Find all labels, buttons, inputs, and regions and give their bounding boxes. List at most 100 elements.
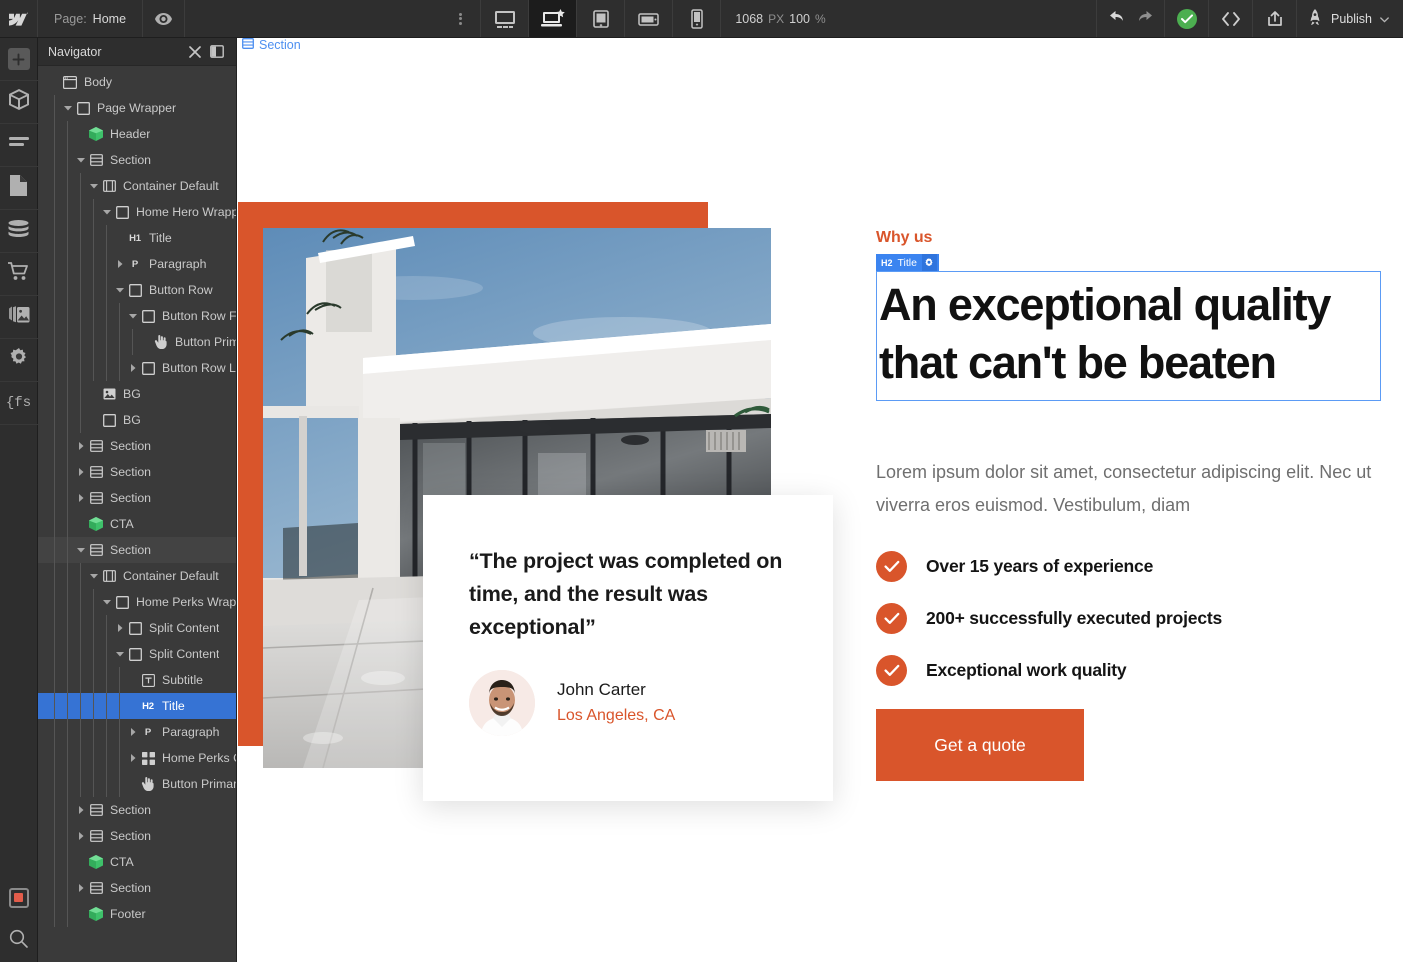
navigator-row[interactable]: Button Row La [38, 355, 236, 381]
navigator-row-label: Home Perks Wrapp [136, 595, 236, 609]
navigator-row[interactable]: Home Perks G [38, 745, 236, 771]
perk-item[interactable]: 200+ successfully executed projects [876, 592, 1222, 644]
eyebrow-subtitle[interactable]: Why us [876, 228, 1396, 248]
navigator-row[interactable]: Subtitle [38, 667, 236, 693]
navigator-row[interactable]: Section [38, 537, 236, 563]
redo-arrow-icon[interactable] [1136, 10, 1153, 27]
navigator-row[interactable]: BG [38, 381, 236, 407]
navigator-row[interactable]: Button Row Fir [38, 303, 236, 329]
caret-right-icon[interactable] [74, 494, 88, 502]
navigator-row[interactable]: Home Perks Wrapp [38, 589, 236, 615]
caret-down-icon[interactable] [61, 105, 75, 111]
saved-check-icon[interactable] [1164, 0, 1208, 37]
navigator-row[interactable]: Section [38, 147, 236, 173]
navigator-row[interactable]: Footer [38, 901, 236, 927]
perk-item[interactable]: Over 15 years of experience [876, 540, 1222, 592]
more-vertical-icon[interactable] [441, 0, 481, 37]
caret-down-icon[interactable] [74, 157, 88, 163]
navigator-row[interactable]: Section [38, 433, 236, 459]
lead-paragraph[interactable]: Lorem ipsum dolor sit amet, consectetur … [876, 456, 1391, 522]
tag-p-icon: P [140, 727, 156, 738]
caret-down-icon[interactable] [87, 573, 101, 579]
design-canvas[interactable]: Section [237, 38, 1403, 962]
caret-right-icon[interactable] [74, 832, 88, 840]
navigator-row[interactable]: Container Default [38, 563, 236, 589]
eye-preview-icon[interactable] [143, 0, 185, 37]
navigator-row[interactable]: PParagraph [38, 251, 236, 277]
navigator-tree[interactable]: BodyPage WrapperHeaderSectionContainer D… [38, 66, 236, 927]
caret-right-icon[interactable] [74, 884, 88, 892]
navigator-row[interactable]: PParagraph [38, 719, 236, 745]
navigator-row[interactable]: Section [38, 485, 236, 511]
gear-icon[interactable] [922, 254, 937, 271]
rail-variables[interactable]: {fs [0, 382, 38, 425]
caret-down-icon[interactable] [113, 651, 127, 657]
share-export-icon[interactable] [1252, 0, 1296, 37]
undo-redo-group[interactable] [1096, 0, 1164, 37]
navigator-row[interactable]: Section [38, 875, 236, 901]
navigator-row[interactable]: CTA [38, 849, 236, 875]
canvas-size-zoom[interactable]: 1068 PX 100 % [721, 0, 839, 37]
navigator-row[interactable]: BG [38, 407, 236, 433]
navigator-row[interactable]: Body [38, 69, 236, 95]
navigator-row[interactable]: Split Content [38, 615, 236, 641]
page-selector[interactable]: Page: Home [38, 0, 143, 37]
publish-button[interactable]: Publish [1296, 0, 1403, 37]
caret-down-icon[interactable] [100, 599, 114, 605]
caret-down-icon[interactable] [74, 547, 88, 553]
navigator-row[interactable]: Container Default [38, 173, 236, 199]
undo-arrow-icon[interactable] [1109, 10, 1126, 27]
navigator-row[interactable]: Button Prima [38, 329, 236, 355]
caret-right-icon[interactable] [113, 260, 127, 268]
navigator-row[interactable]: Section [38, 459, 236, 485]
rail-ecommerce[interactable] [0, 253, 38, 296]
rail-video-tutorials[interactable] [0, 876, 38, 919]
rail-components[interactable] [0, 81, 38, 124]
code-brackets-icon[interactable] [1208, 0, 1252, 37]
caret-right-icon[interactable] [74, 806, 88, 814]
caret-right-icon[interactable] [126, 364, 140, 372]
rail-cms[interactable] [0, 210, 38, 253]
rail-add-elements[interactable] [0, 38, 38, 81]
caret-right-icon[interactable] [126, 728, 140, 736]
breakpoint-tablet[interactable] [577, 0, 625, 37]
testimonial-card[interactable]: “The project was completed on time, and … [423, 495, 833, 801]
navigator-row[interactable]: Home Hero Wrappe [38, 199, 236, 225]
caret-right-icon[interactable] [74, 468, 88, 476]
caret-right-icon[interactable] [126, 754, 140, 762]
heading-selection-box[interactable]: An exceptional quality that can't be bea… [876, 271, 1381, 401]
hero-section: “The project was completed on time, and … [237, 38, 1403, 962]
get-a-quote-button[interactable]: Get a quote [876, 709, 1084, 781]
navigator-row[interactable]: CTA [38, 511, 236, 537]
breakpoint-mobile-portrait[interactable] [673, 0, 721, 37]
caret-down-icon[interactable] [126, 313, 140, 319]
navigator-row[interactable]: Page Wrapper [38, 95, 236, 121]
rail-settings[interactable] [0, 339, 38, 382]
close-x-icon[interactable] [184, 46, 206, 58]
navigator-row[interactable]: Split Content [38, 641, 236, 667]
rail-assets[interactable] [0, 296, 38, 339]
breakpoint-mobile-landscape[interactable] [625, 0, 673, 37]
navigator-row[interactable]: Button Primary [38, 771, 236, 797]
caret-right-icon[interactable] [74, 442, 88, 450]
rail-search[interactable] [0, 919, 38, 962]
navigator-row[interactable]: Button Row [38, 277, 236, 303]
caret-down-icon[interactable] [87, 183, 101, 189]
selection-badge[interactable]: H2 Title [876, 254, 939, 271]
breakpoint-base[interactable] [529, 0, 577, 37]
navigator-row[interactable]: Header [38, 121, 236, 147]
navigator-row[interactable]: Section [38, 797, 236, 823]
perk-item[interactable]: Exceptional work quality [876, 644, 1222, 696]
panel-toggle-icon[interactable] [206, 45, 228, 58]
breakpoint-desktop[interactable] [481, 0, 529, 37]
caret-right-icon[interactable] [113, 624, 127, 632]
caret-down-icon[interactable] [100, 209, 114, 215]
navigator-row[interactable]: H1Title [38, 225, 236, 251]
canvas-width-unit: PX [768, 12, 784, 26]
navigator-row[interactable]: Section [38, 823, 236, 849]
caret-down-icon[interactable] [113, 287, 127, 293]
rail-navigator[interactable] [0, 124, 38, 167]
webflow-logo-icon[interactable] [0, 0, 38, 37]
navigator-row[interactable]: H2Title [38, 693, 236, 719]
rail-pages[interactable] [0, 167, 38, 210]
